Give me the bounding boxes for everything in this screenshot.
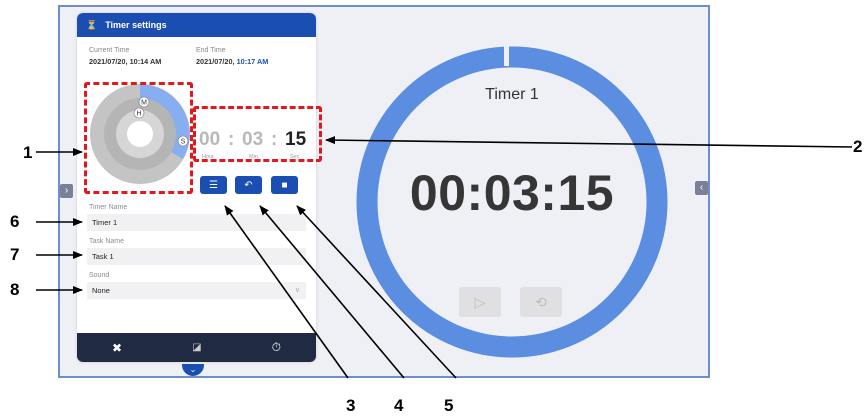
- callout-6: 6: [10, 212, 20, 231]
- callout-2: 2: [853, 137, 863, 156]
- callout-4: 4: [394, 396, 404, 415]
- callout-1: 1: [23, 143, 33, 162]
- callout-3: 3: [346, 396, 356, 415]
- callout-8: 8: [10, 280, 20, 299]
- callout-7: 7: [10, 245, 20, 264]
- callout-5: 5: [444, 396, 454, 415]
- callout-arrows: [36, 136, 853, 379]
